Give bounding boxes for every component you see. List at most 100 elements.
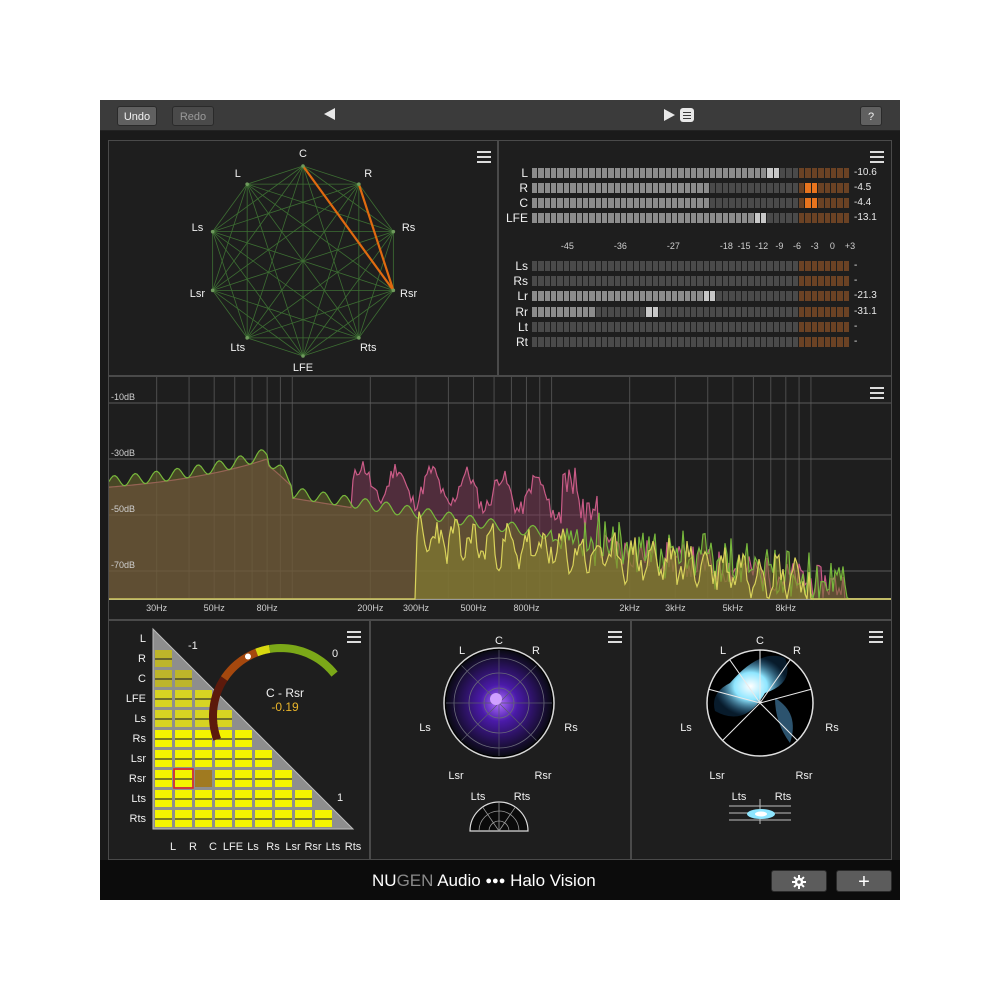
meter-segment — [576, 168, 582, 178]
level-meter — [532, 182, 850, 194]
meter-segment — [722, 306, 729, 317]
settings-button[interactable] — [771, 870, 827, 892]
meter-segment — [799, 276, 805, 287]
frequency-axis-label: 8kHz — [775, 603, 797, 613]
meter-segment — [601, 337, 608, 347]
meter-segment — [703, 213, 710, 223]
meter-scale-label: -6 — [792, 241, 802, 251]
meter-segment — [582, 198, 589, 208]
channel-node — [301, 354, 305, 358]
channel-link — [246, 184, 304, 357]
matrix-row-label: Ls — [134, 713, 146, 725]
meter-segment — [671, 198, 678, 208]
meter-segment — [608, 337, 614, 347]
meter-segment — [538, 261, 544, 271]
meter-segment — [780, 261, 786, 271]
meter-segment — [830, 321, 837, 332]
channel-link — [212, 183, 359, 233]
meter-segment — [671, 276, 678, 287]
meter-segment — [710, 213, 716, 223]
meter-segment — [678, 198, 684, 208]
meter-segment — [684, 183, 690, 193]
matrix-column-label: Lsr — [285, 841, 301, 853]
meter-segment — [824, 183, 830, 193]
matrix-row-label: C — [138, 673, 146, 685]
meter-segment — [786, 306, 792, 317]
meter-segment — [830, 291, 837, 302]
meter-segment — [665, 276, 671, 287]
meter-segment — [570, 213, 576, 223]
meter-segment — [780, 198, 786, 208]
meter-segment — [754, 306, 760, 317]
redo-button[interactable]: Redo — [172, 106, 214, 126]
meter-segment — [748, 291, 754, 302]
meter-segment — [582, 306, 589, 317]
meter-segment — [544, 306, 551, 317]
meter-segment — [767, 276, 773, 287]
add-button[interactable]: + — [836, 870, 892, 893]
previous-preset-icon[interactable] — [324, 108, 335, 120]
meter-segment — [671, 183, 678, 193]
meter-segment — [601, 306, 608, 317]
meter-segment — [729, 168, 735, 178]
meter-segment — [557, 306, 563, 317]
meter-segment — [659, 261, 665, 271]
db-axis-label: -50dB — [111, 504, 136, 514]
meter-segment — [741, 168, 748, 178]
meter-segment — [589, 276, 595, 287]
meter-segment — [824, 306, 830, 317]
meter-segment — [640, 321, 646, 332]
meter-segment — [824, 321, 830, 332]
db-axis-label: -10dB — [111, 392, 136, 402]
meter-segment — [563, 276, 570, 287]
meter-segment — [678, 168, 684, 178]
meter-segment — [652, 306, 659, 317]
meter-segment — [652, 321, 659, 332]
channel-label: Lsr — [189, 288, 206, 301]
meter-segment — [544, 276, 551, 287]
halo-channel-label: Rsr — [534, 770, 552, 782]
meter-segment — [729, 183, 735, 193]
meter-segment — [640, 168, 646, 178]
meter-segment — [595, 321, 601, 332]
meter-segment — [837, 306, 843, 317]
preset-list-icon[interactable] — [680, 108, 694, 122]
meter-segment — [830, 337, 837, 347]
channel-node — [357, 182, 361, 186]
meter-segment — [773, 276, 780, 287]
meter-scale-label: -18 — [719, 241, 733, 251]
meter-segment — [614, 291, 621, 302]
channel-link — [302, 165, 359, 185]
next-preset-icon[interactable] — [664, 109, 675, 121]
meter-segment — [601, 198, 608, 208]
channel-link — [212, 231, 360, 339]
meter-value: - — [854, 275, 858, 287]
frequency-axis-label: 50Hz — [203, 603, 225, 613]
panel-menu-icon[interactable] — [870, 151, 884, 163]
meter-segment — [614, 276, 621, 287]
level-meters-panel: L -10.6 R -4.5 C -4.4 LFE -13.1 Ls - Rs - Lr -21.3 Rr -… — [498, 140, 892, 376]
meter-segment — [799, 183, 805, 193]
channel-link — [212, 231, 304, 357]
meter-channel-label: L — [521, 166, 528, 180]
meter-segment — [697, 276, 703, 287]
halo-channel-label: Lsr — [448, 770, 464, 782]
meter-segment — [697, 291, 703, 302]
meter-segment — [570, 291, 576, 302]
correlation-matrix[interactable] — [109, 621, 369, 859]
meter-segment — [557, 168, 563, 178]
help-button[interactable]: ? — [860, 106, 882, 126]
meter-segment — [538, 337, 544, 347]
meter-segment — [716, 337, 722, 347]
meter-segment — [760, 213, 767, 223]
meter-segment — [780, 321, 786, 332]
undo-button[interactable]: Undo — [117, 106, 157, 126]
meter-segment — [805, 276, 811, 287]
meter-segment — [710, 198, 716, 208]
meter-segment — [729, 198, 735, 208]
meter-segment — [646, 261, 652, 271]
meter-segment — [735, 198, 741, 208]
frequency-axis-label: 200Hz — [357, 603, 384, 613]
meter-segment — [818, 291, 824, 302]
meter-segment — [659, 168, 665, 178]
